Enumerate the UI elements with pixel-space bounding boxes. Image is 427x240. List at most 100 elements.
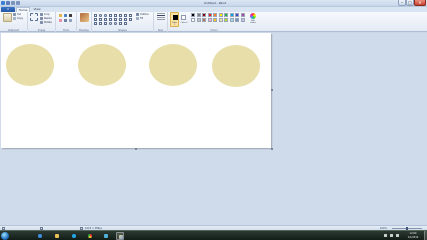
fill-button[interactable]: Fill xyxy=(136,17,143,20)
redo-icon[interactable] xyxy=(16,1,20,5)
brush-icon[interactable] xyxy=(80,13,89,22)
pentagon-shape-icon[interactable] xyxy=(99,18,102,21)
ribbon: Cut Copy Clipboard Crop Resize Rotate Im… xyxy=(0,12,427,32)
paste-button[interactable] xyxy=(3,13,12,22)
four-point-star-shape-icon[interactable] xyxy=(129,18,132,21)
six-point-star-shape-icon[interactable] xyxy=(99,22,102,25)
brushes-label: Brushes xyxy=(79,29,89,32)
rounded-rectangle-shape-icon[interactable] xyxy=(114,14,117,17)
save-icon[interactable] xyxy=(6,1,10,5)
tray-volume-icon[interactable] xyxy=(396,234,399,237)
shapes-label: Shapes xyxy=(118,29,127,32)
pencil-icon[interactable] xyxy=(59,14,62,17)
shapes-group: Outline Fill Shapes xyxy=(92,12,154,32)
heart-shape-icon[interactable] xyxy=(119,22,122,25)
copy-button[interactable]: Copy xyxy=(13,17,23,20)
palette-color-swatch[interactable] xyxy=(224,13,228,17)
palette-color-swatch[interactable] xyxy=(191,13,195,17)
five-point-star-shape-icon[interactable] xyxy=(94,22,97,25)
select-button[interactable] xyxy=(30,13,38,21)
palette-color-swatch[interactable] xyxy=(240,18,245,22)
outline-label: Outline xyxy=(140,13,149,16)
edit-colors-button[interactable]: Edit colors xyxy=(248,12,258,27)
rotate-button[interactable]: Rotate xyxy=(40,21,52,24)
outline-button[interactable]: Outline xyxy=(136,13,149,16)
resize-button[interactable]: Resize xyxy=(40,17,52,20)
palette-color-swatch[interactable] xyxy=(196,13,201,17)
down-arrow-shape-icon[interactable] xyxy=(124,18,127,21)
rounded-callout-shape-icon[interactable] xyxy=(104,22,107,25)
resize-handle-right[interactable] xyxy=(271,89,273,91)
hexagon-shape-icon[interactable] xyxy=(104,18,107,21)
palette-color-swatch[interactable] xyxy=(229,13,234,17)
palette-color-swatch[interactable] xyxy=(213,18,217,22)
rectangle-shape-icon[interactable] xyxy=(109,14,112,17)
start-button[interactable] xyxy=(1,232,9,240)
taskbar-app-icon[interactable] xyxy=(102,232,110,240)
triangle-shape-icon[interactable] xyxy=(124,14,127,17)
close-button[interactable]: ✕ xyxy=(414,0,426,6)
taskbar-app-icon[interactable] xyxy=(36,232,44,240)
right-triangle-shape-icon[interactable] xyxy=(129,14,132,17)
taskbar-paint-button[interactable] xyxy=(116,232,124,240)
color-picker-icon[interactable] xyxy=(64,19,67,22)
palette-color-swatch[interactable] xyxy=(235,18,239,22)
magnifier-icon[interactable] xyxy=(69,19,72,22)
palette-color-swatch[interactable] xyxy=(207,13,212,17)
taskbar-app-icon[interactable] xyxy=(53,232,61,240)
taskbar-app-icon[interactable] xyxy=(70,232,78,240)
color1-button[interactable]: Color 1 xyxy=(170,12,179,27)
palette-color-swatch[interactable] xyxy=(196,18,201,22)
drawing-canvas[interactable] xyxy=(1,33,271,148)
resize-handle-bottom[interactable] xyxy=(135,148,137,150)
fill-icon[interactable] xyxy=(64,14,67,17)
up-arrow-shape-icon[interactable] xyxy=(119,18,122,21)
paint-icon xyxy=(119,235,123,239)
oval-shape-icon[interactable] xyxy=(104,14,107,17)
palette-color-swatch[interactable] xyxy=(202,18,206,22)
cloud-callout-shape-icon[interactable] xyxy=(114,22,117,25)
chrome-icon xyxy=(88,234,92,238)
tray-clock[interactable]: 12:00 1/1/2014 xyxy=(404,232,422,240)
curve-shape-icon[interactable] xyxy=(99,14,102,17)
size-label: Size xyxy=(158,29,163,32)
clipboard-label: Clipboard xyxy=(7,29,20,32)
eraser-icon[interactable] xyxy=(59,19,62,22)
right-arrow-shape-icon[interactable] xyxy=(109,18,112,21)
outline-icon xyxy=(136,13,139,16)
palette-color-swatch[interactable] xyxy=(235,13,239,17)
tray-network-icon[interactable] xyxy=(390,234,393,237)
drawn-circle xyxy=(212,45,260,87)
tray-flag-icon[interactable] xyxy=(384,234,387,237)
polygon-shape-icon[interactable] xyxy=(119,14,122,17)
palette-color-swatch[interactable] xyxy=(213,13,217,17)
palette-color-swatch[interactable] xyxy=(218,13,223,17)
oval-callout-shape-icon[interactable] xyxy=(109,22,112,25)
palette-color-swatch[interactable] xyxy=(240,13,245,17)
tools-group: Tools xyxy=(56,12,77,32)
color2-button[interactable]: Color 2 xyxy=(180,14,188,27)
resize-handle-corner[interactable] xyxy=(271,148,273,150)
cut-button[interactable]: Cut xyxy=(13,13,21,16)
diamond-shape-icon[interactable] xyxy=(94,18,97,21)
palette-color-swatch[interactable] xyxy=(207,18,212,22)
lightning-shape-icon[interactable] xyxy=(124,22,127,25)
taskbar-app-icon[interactable] xyxy=(86,232,94,240)
palette-color-swatch[interactable] xyxy=(229,18,234,22)
undo-icon[interactable] xyxy=(11,1,15,5)
palette-color-swatch[interactable] xyxy=(202,13,206,17)
color1-swatch xyxy=(173,15,178,20)
palette-color-swatch[interactable] xyxy=(224,18,228,22)
canvas-workspace[interactable] xyxy=(0,33,427,225)
crop-button[interactable]: Crop xyxy=(40,13,50,16)
paint-app-icon[interactable] xyxy=(1,1,5,5)
maximize-button[interactable]: □ xyxy=(406,0,414,6)
left-arrow-shape-icon[interactable] xyxy=(114,18,117,21)
text-icon[interactable] xyxy=(69,14,72,17)
size-icon[interactable] xyxy=(157,13,165,22)
palette-color-swatch[interactable] xyxy=(191,18,195,22)
line-shape-icon[interactable] xyxy=(94,14,97,17)
minimize-button[interactable]: – xyxy=(398,0,406,6)
resize-icon xyxy=(40,17,43,20)
palette-color-swatch[interactable] xyxy=(218,18,223,22)
